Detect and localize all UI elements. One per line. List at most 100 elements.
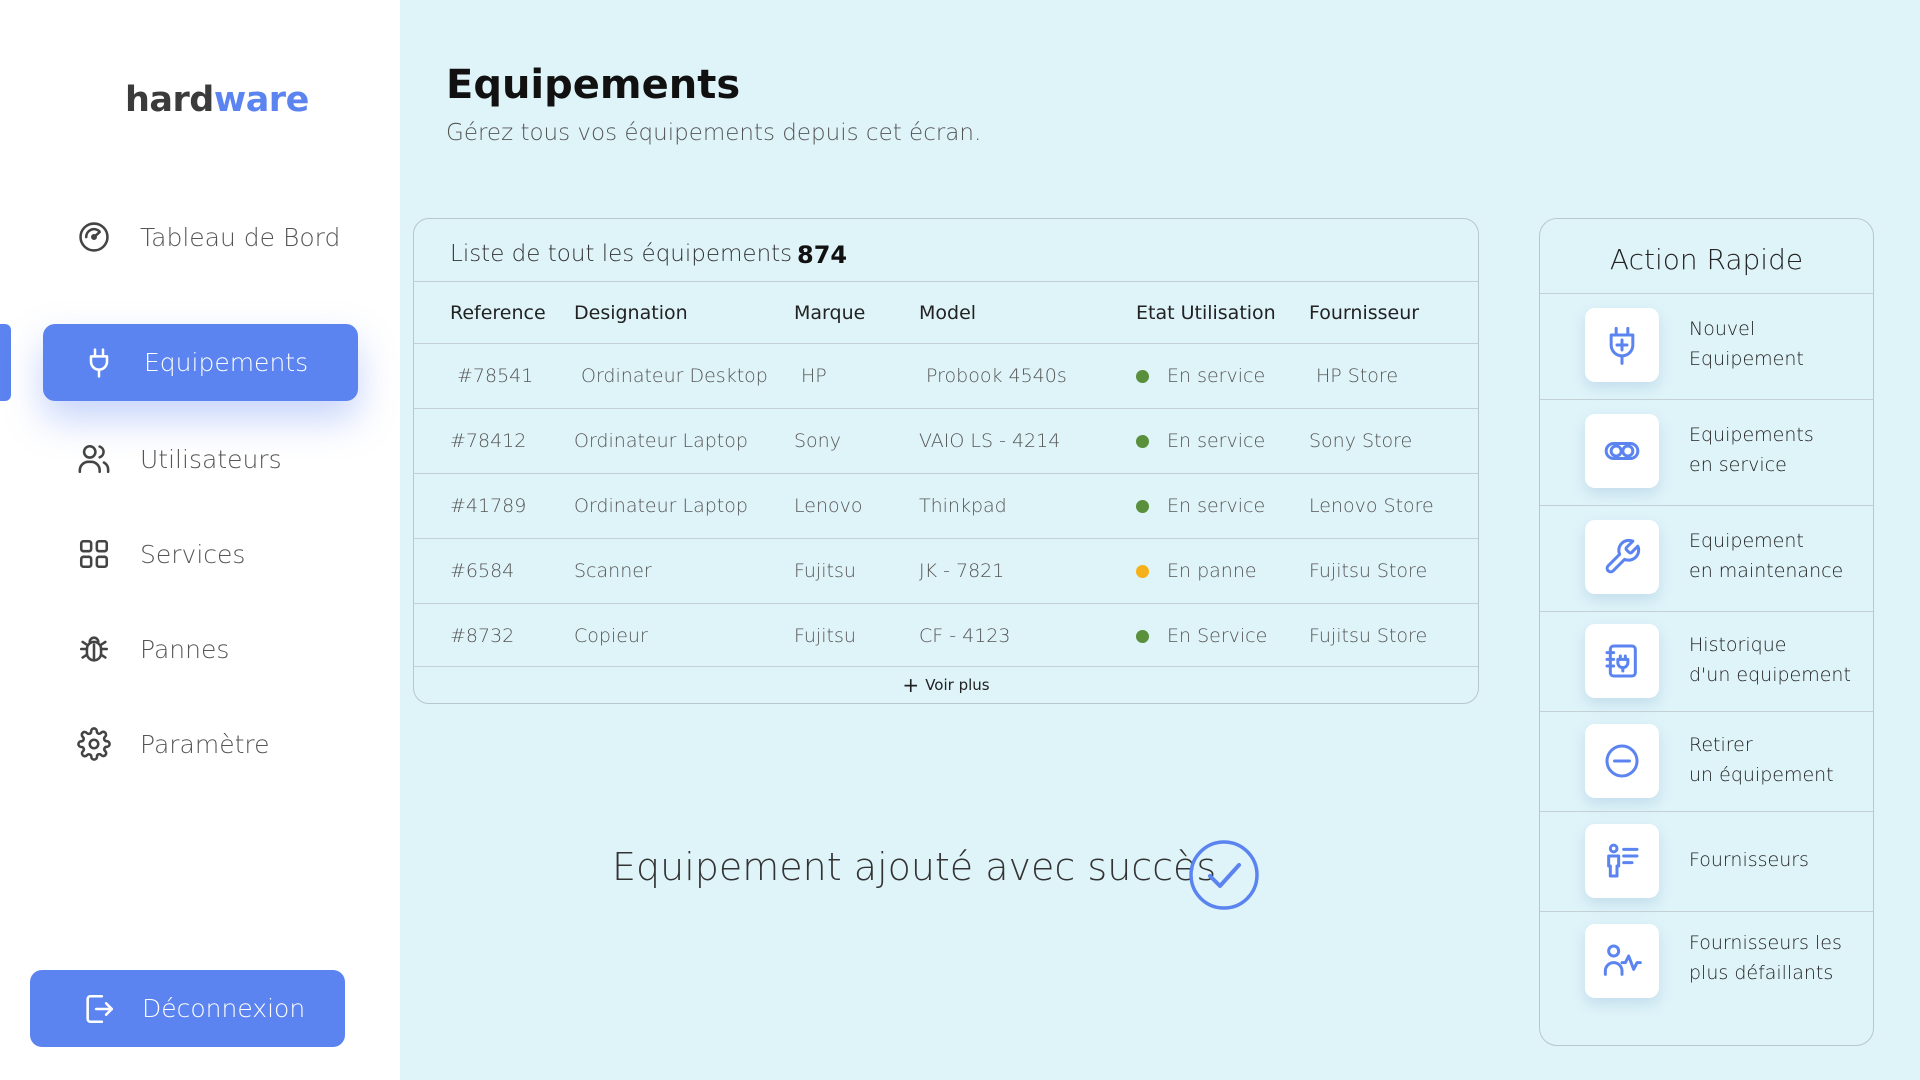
quick-action-label: Historique d'un equipement: [1689, 630, 1851, 690]
plus-icon: +: [902, 673, 920, 697]
cell-marque: Sony: [794, 430, 841, 452]
status-label: En service: [1167, 495, 1266, 517]
column-header-fournisseur[interactable]: Fournisseur: [1309, 302, 1419, 324]
see-more-button[interactable]: + Voir plus: [414, 666, 1478, 703]
equipment-count: 874: [797, 241, 848, 269]
wrench-icon: [1585, 520, 1659, 594]
nav-item-pannes[interactable]: Pannes: [76, 624, 229, 674]
quick-action-line2: en maintenance: [1689, 560, 1844, 582]
nav-item-users[interactable]: Utilisateurs: [76, 434, 282, 484]
quick-action-line1: Historique: [1689, 634, 1787, 656]
see-more-label: Voir plus: [925, 676, 990, 694]
quick-action-worst-suppliers[interactable]: Fournisseurs les plus défaillants: [1540, 911, 1873, 1045]
cell-marque: Fujitsu: [794, 560, 856, 582]
cell-marque: Fujitsu: [794, 625, 856, 647]
history-notebook-icon: [1585, 624, 1659, 698]
quick-action-label: Nouvel Equipement: [1689, 314, 1804, 374]
table-row[interactable]: #78412 Ordinateur Laptop Sony VAIO LS - …: [414, 408, 1478, 473]
nav-item-label: Utilisateurs: [140, 444, 282, 474]
column-header-reference[interactable]: Reference: [450, 302, 546, 324]
success-check-icon: [1189, 840, 1259, 910]
column-header-etat[interactable]: Etat Utilisation: [1136, 302, 1276, 324]
status-dot: [1136, 629, 1149, 643]
cell-fournisseur: Lenovo Store: [1309, 495, 1434, 517]
nav-item-label: Tableau de Bord: [140, 222, 341, 252]
column-header-designation[interactable]: Designation: [574, 302, 688, 324]
status-label: En service: [1167, 430, 1266, 452]
cell-fournisseur: HP Store: [1316, 365, 1399, 387]
nav-item-dashboard[interactable]: Tableau de Bord: [76, 212, 340, 262]
cell-designation: Ordinateur Laptop: [574, 430, 748, 452]
quick-action-suppliers[interactable]: Fournisseurs: [1540, 811, 1873, 911]
table-caption: Liste de tout les équipements :: [450, 241, 808, 267]
toggle-icon: [1585, 414, 1659, 488]
cell-reference: #8732: [450, 625, 515, 647]
users-icon: [76, 441, 112, 477]
quick-action-remove-equipment[interactable]: Retirer un équipement: [1540, 711, 1873, 811]
plug-plus-icon: [1585, 308, 1659, 382]
table-row[interactable]: #6584 Scanner Fujitsu JK - 7821 En panne…: [414, 538, 1478, 603]
quick-action-line2: en service: [1689, 454, 1787, 476]
status-label: En panne: [1167, 560, 1257, 582]
cell-designation: Copieur: [574, 625, 648, 647]
quick-action-line2: d'un equipement: [1689, 664, 1851, 686]
table-row[interactable]: #8732 Copieur Fujitsu CF - 4123 En Servi…: [414, 603, 1478, 668]
status-label: En service: [1167, 365, 1266, 387]
cell-reference: #78541: [457, 365, 534, 387]
active-nav-marker: [0, 324, 11, 401]
quick-action-line2: Equipement: [1689, 348, 1804, 370]
quick-action-line1: Nouvel: [1689, 318, 1756, 340]
equipment-table-card: Liste de tout les équipements : 874 Refe…: [413, 218, 1479, 704]
status-dot: [1136, 369, 1149, 383]
quick-action-label: Fournisseurs: [1689, 845, 1809, 875]
table-row[interactable]: #41789 Ordinateur Laptop Lenovo Thinkpad…: [414, 473, 1478, 538]
page-title: Equipements: [446, 62, 741, 108]
quick-action-line1: Equipements: [1689, 424, 1814, 446]
quick-actions-title: Action Rapide: [1609, 243, 1804, 276]
logout-button[interactable]: Déconnexion: [30, 970, 345, 1047]
column-header-marque[interactable]: Marque: [794, 302, 865, 324]
column-header-model[interactable]: Model: [919, 302, 976, 324]
quick-action-label: Fournisseurs les plus défaillants: [1689, 928, 1842, 988]
cell-designation: Scanner: [574, 560, 652, 582]
quick-action-equipment-in-service[interactable]: Equipements en service: [1540, 399, 1873, 505]
cell-marque: Lenovo: [794, 495, 863, 517]
brand-logo-part2: ware: [213, 80, 309, 120]
quick-action-line2: plus défaillants: [1689, 962, 1834, 984]
cell-model: Probook 4540s: [926, 365, 1067, 387]
table-row[interactable]: #78541 Ordinateur Desktop HP Probook 454…: [414, 343, 1478, 408]
minus-circle-icon: [1585, 724, 1659, 798]
cell-model: VAIO LS - 4214: [919, 430, 1061, 452]
quick-action-history[interactable]: Historique d'un equipement: [1540, 611, 1873, 711]
cell-designation: Ordinateur Desktop: [581, 365, 768, 387]
cell-model: JK - 7821: [919, 560, 1005, 582]
cell-etat: En panne: [1136, 560, 1257, 582]
cell-reference: #41789: [450, 495, 527, 517]
quick-action-label: Equipements en service: [1689, 420, 1814, 480]
cell-marque: HP: [801, 365, 827, 387]
nav-item-parametre[interactable]: Paramètre: [76, 719, 270, 769]
status-dot: [1136, 564, 1149, 578]
grid-icon: [76, 536, 112, 572]
table-header-row: Reference Designation Marque Model Etat …: [414, 281, 1478, 343]
brand-logo[interactable]: hardware: [125, 80, 309, 120]
cell-reference: #6584: [450, 560, 515, 582]
bug-icon: [76, 631, 112, 667]
quick-action-line1: Equipement: [1689, 530, 1804, 552]
sidebar: hardware Tableau de Bord Equipements Uti…: [0, 0, 400, 1080]
quick-action-maintenance[interactable]: Equipement en maintenance: [1540, 505, 1873, 611]
supplier-activity-icon: [1585, 924, 1659, 998]
cell-fournisseur: Fujitsu Store: [1309, 560, 1428, 582]
status-label: En Service: [1167, 625, 1268, 647]
nav-item-label: Paramètre: [140, 729, 270, 759]
cell-etat: En service: [1136, 430, 1265, 452]
cell-designation: Ordinateur Laptop: [574, 495, 748, 517]
logout-icon: [86, 994, 114, 1023]
nav-item-services[interactable]: Services: [76, 529, 245, 579]
quick-action-new-equipment[interactable]: Nouvel Equipement: [1540, 293, 1873, 399]
cell-fournisseur: Sony Store: [1309, 430, 1413, 452]
cell-fournisseur: Fujitsu Store: [1309, 625, 1428, 647]
nav-item-equipements[interactable]: Equipements: [43, 324, 358, 401]
quick-action-label: Retirer un équipement: [1689, 730, 1834, 790]
page-subtitle: Gérez tous vos équipements depuis cet éc…: [446, 120, 982, 146]
